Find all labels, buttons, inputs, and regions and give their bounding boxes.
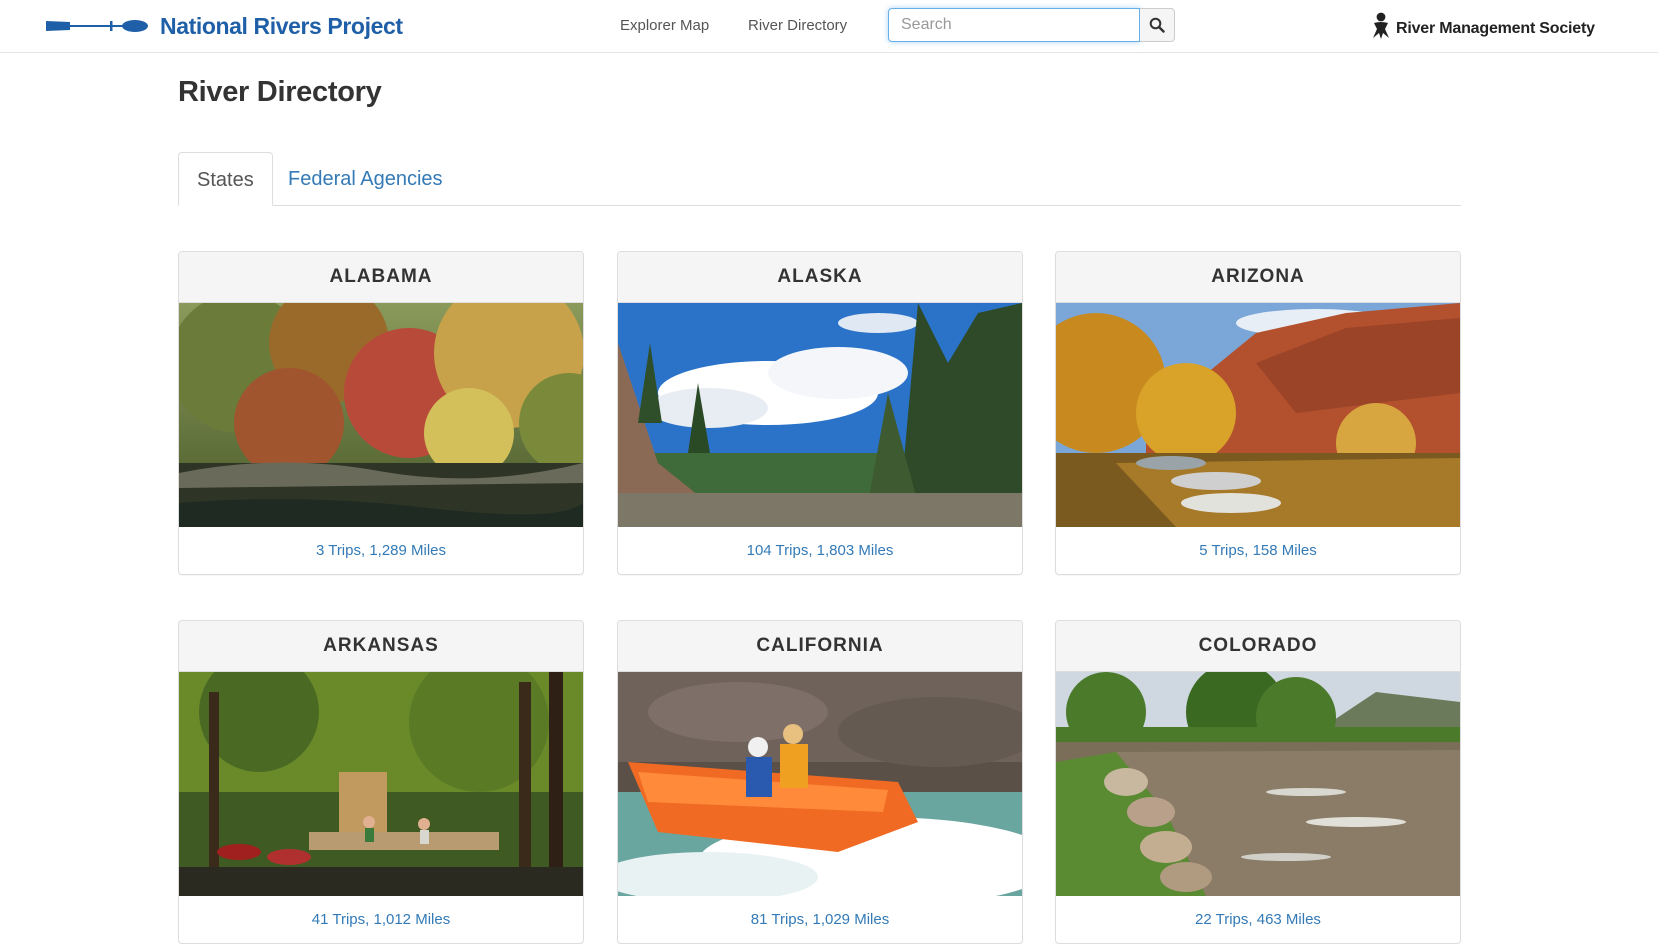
state-card-arkansas[interactable]: ARKANSAS 41 Trips, 1,012 Miles [178, 620, 584, 944]
state-photo-california [618, 672, 1022, 896]
nav-explorer-map[interactable]: Explorer Map [620, 17, 709, 34]
state-photo-alaska [618, 303, 1022, 527]
state-name: ARIZONA [1056, 252, 1460, 303]
trip-stats: 3 Trips, 1,289 Miles [315, 542, 447, 559]
state-card-california[interactable]: CALIFORNIA 81 Trips, 1,029 Miles [617, 620, 1023, 944]
state-card-alabama[interactable]: ALABAMA 3 Trips, 1,289 Miles [178, 251, 584, 575]
state-card-colorado[interactable]: COLORADO 22 Trips, 463 Miles [1055, 620, 1461, 944]
trip-stats: 41 Trips, 1,012 Miles [311, 911, 451, 928]
nav-river-directory[interactable]: River Directory [748, 17, 847, 34]
state-card-arizona[interactable]: ARIZONA 5 Trips, 158 Miles [1055, 251, 1461, 575]
state-photo-colorado [1056, 672, 1460, 896]
state-name: COLORADO [1056, 621, 1460, 672]
paddle-logo-icon [46, 20, 148, 32]
search-icon [1149, 17, 1165, 33]
state-name: CALIFORNIA [618, 621, 1022, 672]
trip-stats: 81 Trips, 1,029 Miles [750, 911, 890, 928]
state-name: ALASKA [618, 252, 1022, 303]
state-name: ALABAMA [179, 252, 583, 303]
state-card-alaska[interactable]: ALASKA 104 Trips, 1,803 Miles [617, 251, 1023, 575]
search-input[interactable] [888, 8, 1140, 42]
tab-federal-agencies[interactable]: Federal Agencies [270, 152, 461, 206]
partner-link[interactable]: River Management Society [1370, 12, 1595, 40]
trip-stats: 5 Trips, 158 Miles [1199, 542, 1317, 559]
state-name: ARKANSAS [179, 621, 583, 672]
top-navbar: National Rivers Project Explorer Map Riv… [0, 0, 1658, 53]
state-photo-arkansas [179, 672, 583, 896]
page-title: River Directory [178, 76, 382, 108]
brand-name: National Rivers Project [160, 12, 403, 39]
search-button[interactable] [1140, 8, 1175, 42]
trip-stats: 104 Trips, 1,803 Miles [746, 542, 894, 559]
directory-tabs: States Federal Agencies [178, 152, 1461, 206]
state-photo-alabama [179, 303, 583, 527]
state-photo-arizona [1056, 303, 1460, 527]
trip-stats: 22 Trips, 463 Miles [1195, 911, 1321, 928]
rms-logo-icon [1373, 12, 1389, 39]
brand-home-link[interactable]: National Rivers Project [46, 10, 403, 42]
tab-states[interactable]: States [178, 152, 273, 206]
partner-name: River Management Society [1396, 20, 1595, 37]
